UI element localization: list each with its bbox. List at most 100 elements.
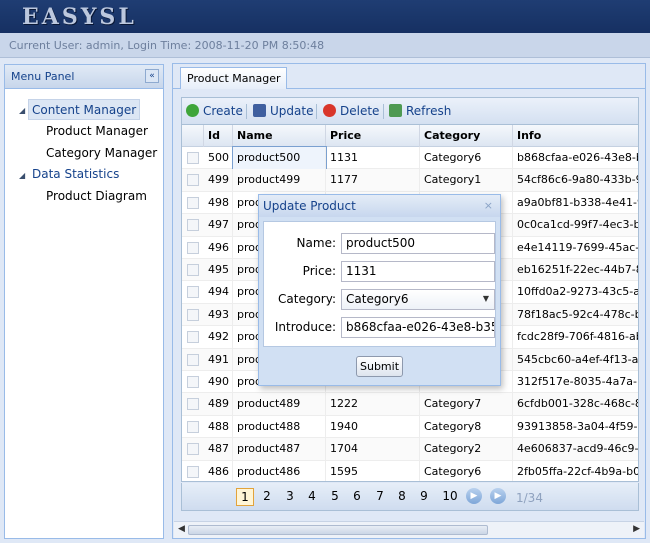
tree-item-content-manager[interactable]: Content Manager [28, 99, 141, 120]
row-checkbox[interactable] [187, 443, 199, 456]
column-header-id[interactable]: Id [204, 125, 233, 147]
scroll-right-icon[interactable]: ▶ [633, 524, 640, 534]
cell-category: Category6 [420, 147, 513, 169]
table-row[interactable]: 486 product486 1595 Category6 2fb05ffa-22cf-… [182, 460, 638, 481]
row-checkbox[interactable] [187, 398, 199, 411]
cell-info: 0c0ca1cd-99f7-4ec3-b9 [513, 214, 638, 236]
row-checkbox[interactable] [187, 331, 199, 344]
page-link[interactable]: 5 [326, 488, 344, 506]
cell-price: 1222 [326, 393, 420, 416]
cell-category: Category7 [420, 393, 513, 416]
tree-item-product-manager[interactable]: Product Manager [46, 121, 148, 142]
cell-info: 545cbc60-a4ef-4f13-a8 [513, 349, 638, 371]
refresh-button[interactable]: Refresh [389, 103, 451, 121]
save-icon [253, 104, 266, 117]
scroll-left-icon[interactable]: ◀ [178, 524, 185, 534]
table-row[interactable]: 488 product488 1940 Category8 93913858-3a04-… [182, 415, 638, 439]
collapse-panel-button[interactable]: « [145, 69, 159, 83]
page-link[interactable]: 3 [281, 488, 299, 506]
menu-panel: Menu Panel « ◢ Content Manager Product M… [4, 64, 164, 539]
row-checkbox[interactable] [187, 174, 199, 187]
name-field[interactable]: product500 [341, 233, 495, 254]
table-row[interactable]: 487 product487 1704 Category2 4e606837-acd9-… [182, 438, 638, 461]
row-checkbox[interactable] [187, 353, 199, 366]
row-checkbox[interactable] [187, 219, 199, 232]
cell-info: b868cfaa-e026-43e8-b3 [513, 147, 638, 169]
cell-name: product499 [233, 169, 326, 192]
cell-id: 496 [204, 236, 233, 259]
category-select-value: Category6 [346, 292, 409, 306]
cell-name: product486 [233, 460, 326, 481]
price-label: Price: [302, 264, 336, 278]
page-link[interactable]: 6 [348, 488, 366, 506]
cell-id: 491 [204, 348, 233, 371]
cell-category: Category6 [420, 460, 513, 481]
cell-info: a9a0bf81-b338-4e41-9f [513, 192, 638, 214]
row-checkbox[interactable] [187, 308, 199, 321]
page-link[interactable]: 10 [439, 488, 461, 506]
next-page-icon[interactable]: ▶ [466, 488, 482, 504]
page-link[interactable]: 1 [236, 488, 254, 506]
tree-item-label: Product Diagram [46, 189, 147, 203]
column-header-info[interactable]: Info [513, 125, 638, 147]
horizontal-scrollbar[interactable]: ◀ ▶ [174, 521, 644, 538]
row-checkbox[interactable] [187, 264, 199, 276]
page-link[interactable]: 2 [258, 488, 276, 506]
create-button[interactable]: Create [186, 103, 243, 121]
close-icon[interactable]: × [484, 199, 493, 212]
name-label: Name: [296, 236, 336, 250]
delete-button-label: Delete [340, 104, 380, 118]
tree-item-category-manager[interactable]: Category Manager [46, 143, 157, 164]
cell-info: eb16251f-22ec-44b7-87 [513, 259, 638, 281]
row-checkbox[interactable] [187, 420, 199, 433]
last-page-icon[interactable]: ▶ [490, 488, 506, 504]
tab-product-manager[interactable]: Product Manager [180, 67, 288, 89]
scrollbar-thumb[interactable] [188, 525, 488, 535]
table-row[interactable]: 489 product489 1222 Category7 6cfdb001-328c-… [182, 393, 638, 416]
row-checkbox[interactable] [187, 286, 199, 299]
tree-item-product-diagram[interactable]: Product Diagram [46, 186, 147, 207]
cell-name: product489 [233, 393, 326, 416]
toolbar-separator [246, 104, 247, 119]
column-header-price[interactable]: Price [326, 125, 420, 147]
cell-id: 490 [204, 371, 233, 393]
tree-item-label: Product Manager [46, 124, 148, 138]
introduce-field[interactable]: b868cfaa-e026-43e8-b35 [341, 317, 495, 338]
update-button-label: Update [270, 104, 314, 118]
update-button[interactable]: Update [253, 103, 313, 121]
update-product-dialog: Update Product × Name: product500 Price:… [258, 194, 501, 386]
column-header-name[interactable]: Name [233, 125, 326, 147]
toolbar-separator [316, 104, 317, 119]
cell-info: 6cfdb001-328c-468c-8b [513, 393, 638, 415]
header-checkbox-column[interactable] [182, 125, 204, 147]
delete-icon [323, 104, 336, 117]
row-checkbox[interactable] [187, 241, 199, 254]
cell-id: 497 [204, 214, 233, 237]
page-link[interactable]: 9 [415, 488, 433, 506]
table-row[interactable]: 500 product500 1131 Category6 b868cfaa-e026-… [182, 146, 638, 170]
row-checkbox[interactable] [187, 376, 199, 388]
cell-id: 494 [204, 281, 233, 304]
row-checkbox[interactable] [187, 465, 199, 478]
column-header-category[interactable]: Category [420, 125, 513, 147]
page-link[interactable]: 7 [371, 488, 389, 506]
toolbar-separator [383, 104, 384, 119]
price-field[interactable]: 1131 [341, 261, 495, 282]
expand-arrow-icon[interactable]: ◢ [19, 171, 29, 180]
dialog-header: Update Product [259, 195, 500, 217]
table-row[interactable]: 499 product499 1177 Category1 54cf86c6-9a80-… [182, 169, 638, 192]
submit-button[interactable]: Submit [356, 356, 403, 377]
row-checkbox[interactable] [187, 196, 199, 209]
delete-button[interactable]: Delete [323, 103, 379, 121]
tree-item-label: Content Manager [32, 103, 137, 117]
tree-item-data-statistics[interactable]: Data Statistics [32, 164, 119, 185]
menu-panel-title: Menu Panel [11, 70, 75, 83]
page-link[interactable]: 4 [303, 488, 321, 506]
cell-id: 493 [204, 303, 233, 326]
app-window: EASYSL Current User: admin, Login Time: … [0, 0, 650, 543]
category-select[interactable]: Category6 ▼ [341, 289, 495, 310]
page-link[interactable]: 8 [393, 488, 411, 506]
chevron-down-icon: ▼ [482, 294, 489, 303]
row-checkbox[interactable] [187, 152, 199, 164]
cell-name: product500 [232, 146, 327, 170]
